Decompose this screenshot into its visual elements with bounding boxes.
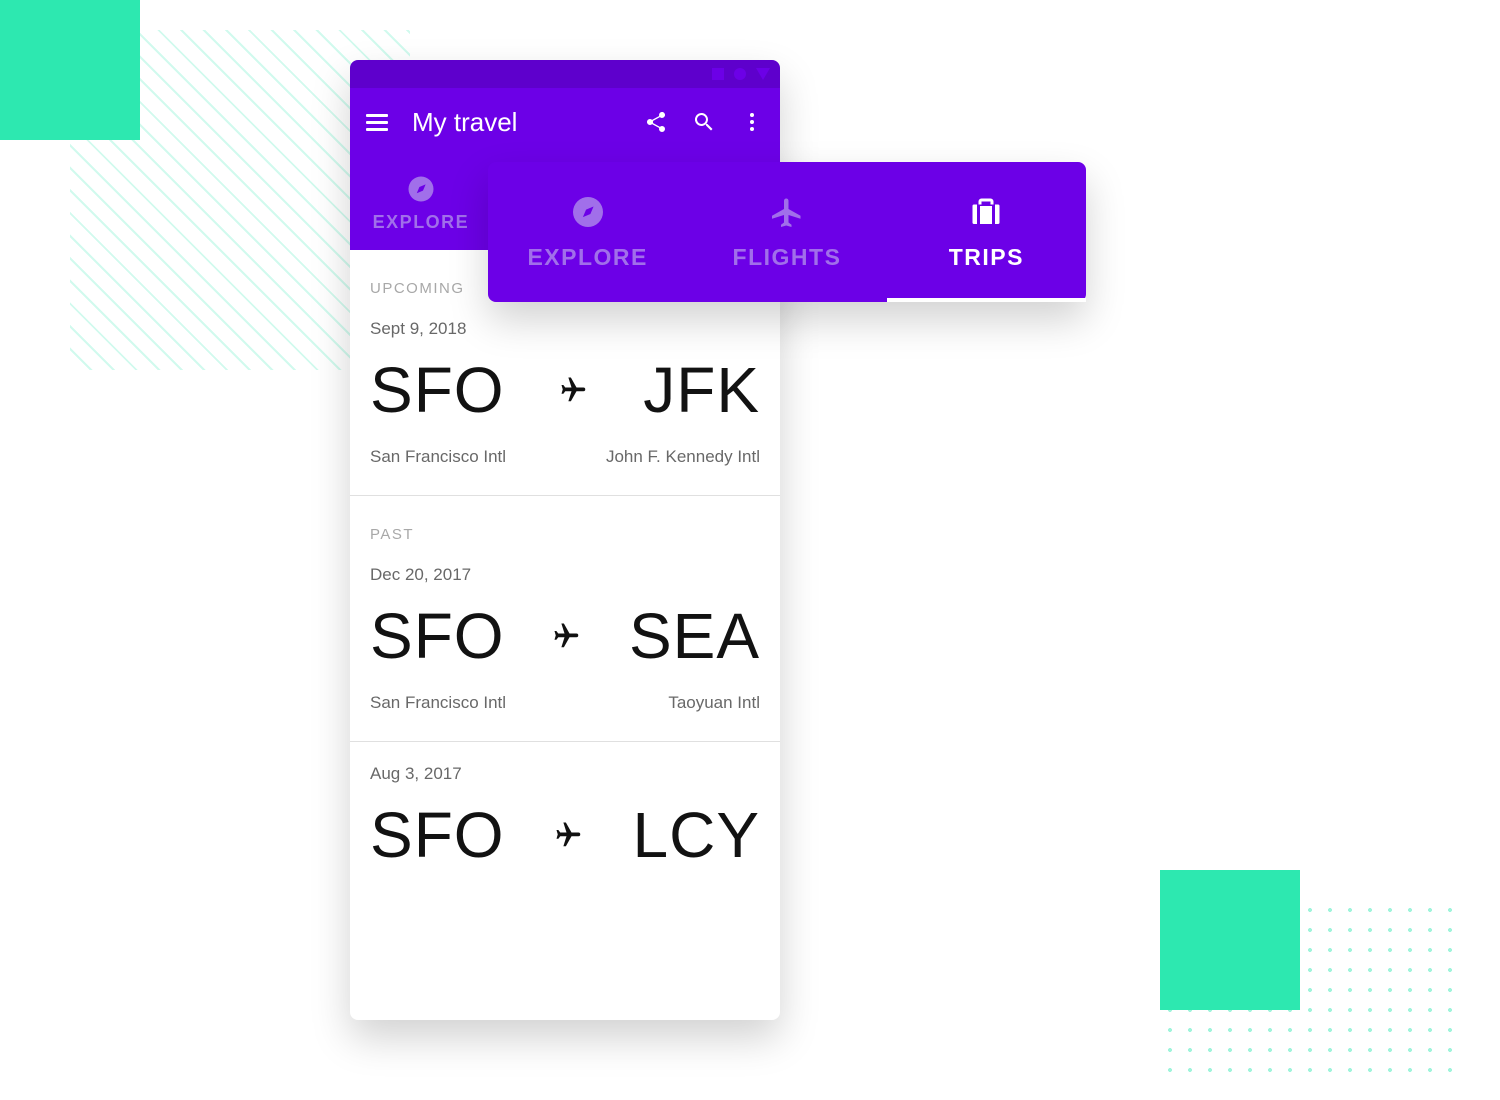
ftab-label: EXPLORE <box>527 244 647 271</box>
from-name: San Francisco Intl <box>370 693 506 713</box>
tab-label: EXPLORE <box>373 212 470 233</box>
deco-square-top-left <box>0 0 140 140</box>
compass-icon <box>406 174 436 204</box>
from-code: SFO <box>370 599 505 673</box>
to-name: John F. Kennedy Intl <box>606 447 760 467</box>
compass-icon <box>570 194 606 230</box>
airplane-icon <box>552 621 582 651</box>
trip-row[interactable]: Sept 9, 2018 SFO JFK San Francisco Intl … <box>350 297 780 496</box>
section-label-past: PAST <box>350 496 780 543</box>
trip-date: Aug 3, 2017 <box>370 764 760 784</box>
ftab-label: FLIGHTS <box>733 244 842 271</box>
from-code: SFO <box>370 798 505 872</box>
trip-list: UPCOMING Sept 9, 2018 SFO JFK San Franci… <box>350 250 780 900</box>
status-bar <box>350 60 780 88</box>
menu-icon[interactable] <box>366 114 388 131</box>
ftab-label: TRIPS <box>949 244 1024 271</box>
ftab-flights[interactable]: FLIGHTS <box>687 162 886 302</box>
share-icon[interactable] <box>644 110 668 134</box>
trip-row[interactable]: Aug 3, 2017 SFO LCY <box>350 742 780 900</box>
deco-dots <box>1160 900 1460 1080</box>
status-circle-icon <box>734 68 746 80</box>
ftab-explore[interactable]: EXPLORE <box>488 162 687 302</box>
search-icon[interactable] <box>692 110 716 134</box>
to-code: JFK <box>643 353 760 427</box>
status-square-icon <box>712 68 724 80</box>
more-icon[interactable] <box>740 110 764 134</box>
trip-date: Sept 9, 2018 <box>370 319 760 339</box>
app-bar: My travel <box>350 88 780 156</box>
airplane-icon <box>554 820 584 850</box>
airplane-icon <box>559 375 589 405</box>
from-name: San Francisco Intl <box>370 447 506 467</box>
ftab-trips[interactable]: TRIPS <box>887 162 1086 302</box>
status-triangle-icon <box>756 68 770 80</box>
to-code: LCY <box>633 798 761 872</box>
trip-date: Dec 20, 2017 <box>370 565 760 585</box>
suitcase-icon <box>968 194 1004 230</box>
app-title: My travel <box>412 107 620 138</box>
to-name: Taoyuan Intl <box>668 693 760 713</box>
trip-row[interactable]: Dec 20, 2017 SFO SEA San Francisco Intl … <box>350 543 780 742</box>
to-code: SEA <box>629 599 760 673</box>
floating-tab-bar: EXPLORE FLIGHTS TRIPS <box>488 162 1086 302</box>
from-code: SFO <box>370 353 505 427</box>
tab-explore[interactable]: EXPLORE <box>350 156 492 250</box>
airplane-icon <box>769 194 805 230</box>
